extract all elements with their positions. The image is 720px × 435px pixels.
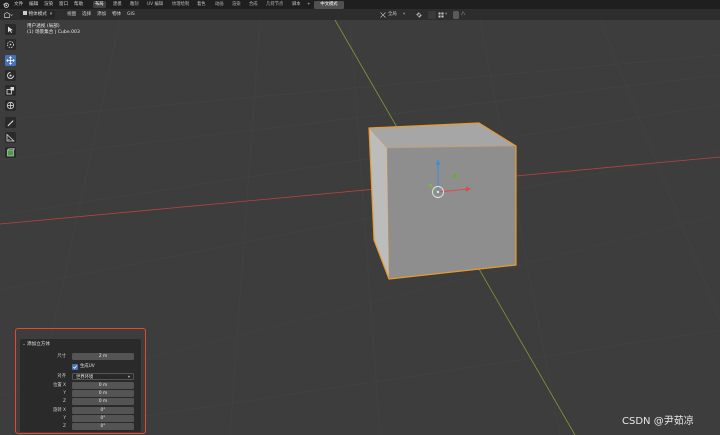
tab-animation[interactable]: 动画 xyxy=(213,1,226,8)
generate-uv-checkbox[interactable] xyxy=(72,363,78,370)
collection-info: (1) 场景集合 | Cube.003 xyxy=(27,30,80,35)
location-x-label: 位置 X xyxy=(53,383,66,388)
tab-modeling[interactable]: 建模 xyxy=(111,1,124,8)
align-label: 对齐 xyxy=(57,374,66,379)
transform-orientation-icon xyxy=(380,11,386,18)
move-icon xyxy=(6,56,15,65)
chevron-down-icon: ▾ xyxy=(403,11,406,17)
tab-scripting[interactable]: 脚本 xyxy=(290,1,303,8)
rotation-z-label: Z xyxy=(63,424,66,429)
measure-icon xyxy=(6,133,15,142)
rotation-z-field[interactable]: 0° xyxy=(72,423,134,430)
align-select[interactable]: 世界环境 ▾ xyxy=(72,373,134,380)
menu-file[interactable]: 文件 xyxy=(14,2,23,8)
tool-select[interactable] xyxy=(5,24,16,35)
editor-type-icon[interactable] xyxy=(4,11,13,18)
align-value: 世界环境 xyxy=(76,375,94,380)
add-workspace-button[interactable]: + xyxy=(305,1,313,8)
chevron-down-icon: ▾ xyxy=(127,375,130,380)
header-menu-object[interactable]: 物体 xyxy=(112,12,121,18)
tool-measure[interactable] xyxy=(5,132,16,143)
tab-rendering[interactable]: 渲染 xyxy=(230,1,243,8)
tab-compositing[interactable]: 合成 xyxy=(247,1,260,8)
mode-label: 物体模式 xyxy=(28,11,47,17)
menu-edit[interactable]: 编辑 xyxy=(29,2,38,8)
annotate-pencil-icon xyxy=(7,120,14,127)
checkmark-icon xyxy=(72,364,78,369)
cursor-select-icon xyxy=(8,26,13,33)
scale-icon xyxy=(6,87,14,95)
rotation-y-label: Y xyxy=(63,416,66,421)
transform-icon xyxy=(6,101,15,110)
rotation-x-label: 旋转 X xyxy=(53,408,66,413)
pivot-point-icon[interactable] xyxy=(416,11,424,18)
chevron-down-icon: ▾ xyxy=(445,11,448,17)
blender-logo-icon[interactable] xyxy=(3,2,9,8)
size-field[interactable]: 2 m xyxy=(72,353,134,360)
watermark-text: CSDN @尹茹凉 xyxy=(622,416,694,427)
header-menu-gis[interactable]: GIS xyxy=(127,12,135,18)
header-menu-view[interactable]: 视图 xyxy=(67,12,76,18)
proportional-edit-toggle[interactable] xyxy=(453,10,459,19)
tool-cursor[interactable] xyxy=(5,39,16,50)
add-cube-icon xyxy=(7,148,15,157)
tool-add-cube[interactable] xyxy=(5,147,16,158)
rotation-x-field[interactable]: 0° xyxy=(72,407,134,414)
header-menu-add[interactable]: 添加 xyxy=(97,12,106,18)
location-y-label: Y xyxy=(63,391,66,396)
location-z-field[interactable]: 0 m xyxy=(72,398,134,405)
tab-geometry-nodes[interactable]: 几何节点 xyxy=(264,1,285,8)
object-mode-icon xyxy=(23,11,27,15)
tab-shading[interactable]: 着色 xyxy=(195,1,208,8)
header-menu-select[interactable]: 选择 xyxy=(82,12,91,18)
tool-annotate[interactable] xyxy=(5,117,16,128)
chevron-down-icon: ▾ xyxy=(49,11,53,17)
add-cube-operator-panel: ⌄ 添加立方体 尺寸 2 m 生成UV 对齐 世界环境 ▾ 位置 X 0 m Y… xyxy=(20,339,141,432)
tool-rotate[interactable] xyxy=(5,70,16,81)
snap-icon xyxy=(438,12,444,17)
x-axis-line xyxy=(0,156,720,225)
tool-scale[interactable] xyxy=(5,85,16,96)
tool-transform[interactable] xyxy=(5,100,16,111)
tab-layout[interactable]: 布局 xyxy=(93,1,106,8)
rotation-y-field[interactable]: 0° xyxy=(72,415,134,422)
tab-sculpting[interactable]: 雕刻 xyxy=(128,1,141,8)
location-z-label: Z xyxy=(63,399,66,404)
snap-toggle[interactable] xyxy=(428,10,436,19)
tool-move[interactable] xyxy=(5,55,16,66)
tab-texture-paint[interactable]: 纹理绘制 xyxy=(170,1,191,8)
generate-uv-label: 生成UV xyxy=(80,364,95,369)
rotate-icon xyxy=(7,72,14,79)
tab-chinese-mode[interactable]: 中文模式 xyxy=(314,0,344,9)
chevron-down-icon[interactable]: ⌄ xyxy=(22,342,26,348)
falloff-icon[interactable]: 八 xyxy=(461,11,465,19)
size-label: 尺寸 xyxy=(57,354,66,359)
menu-help[interactable]: 帮助 xyxy=(74,2,83,8)
menu-render[interactable]: 渲染 xyxy=(44,2,53,8)
location-x-field[interactable]: 0 m xyxy=(72,382,134,389)
tab-uv-editing[interactable]: UV 编辑 xyxy=(145,1,165,8)
panel-title[interactable]: 添加立方体 xyxy=(27,342,50,348)
location-y-field[interactable]: 0 m xyxy=(72,390,134,397)
top-menu-bar: 文件 编辑 渲染 窗口 帮助 布局 建模 雕刻 UV 编辑 纹理绘制 着色 动画… xyxy=(0,0,720,9)
mode-selector[interactable]: 物体模式 ▾ xyxy=(20,10,56,19)
menu-window[interactable]: 窗口 xyxy=(59,2,68,8)
3d-cursor-icon xyxy=(7,41,14,48)
cube-object xyxy=(368,122,517,280)
transform-orientation-select[interactable]: 全局 xyxy=(388,11,397,19)
